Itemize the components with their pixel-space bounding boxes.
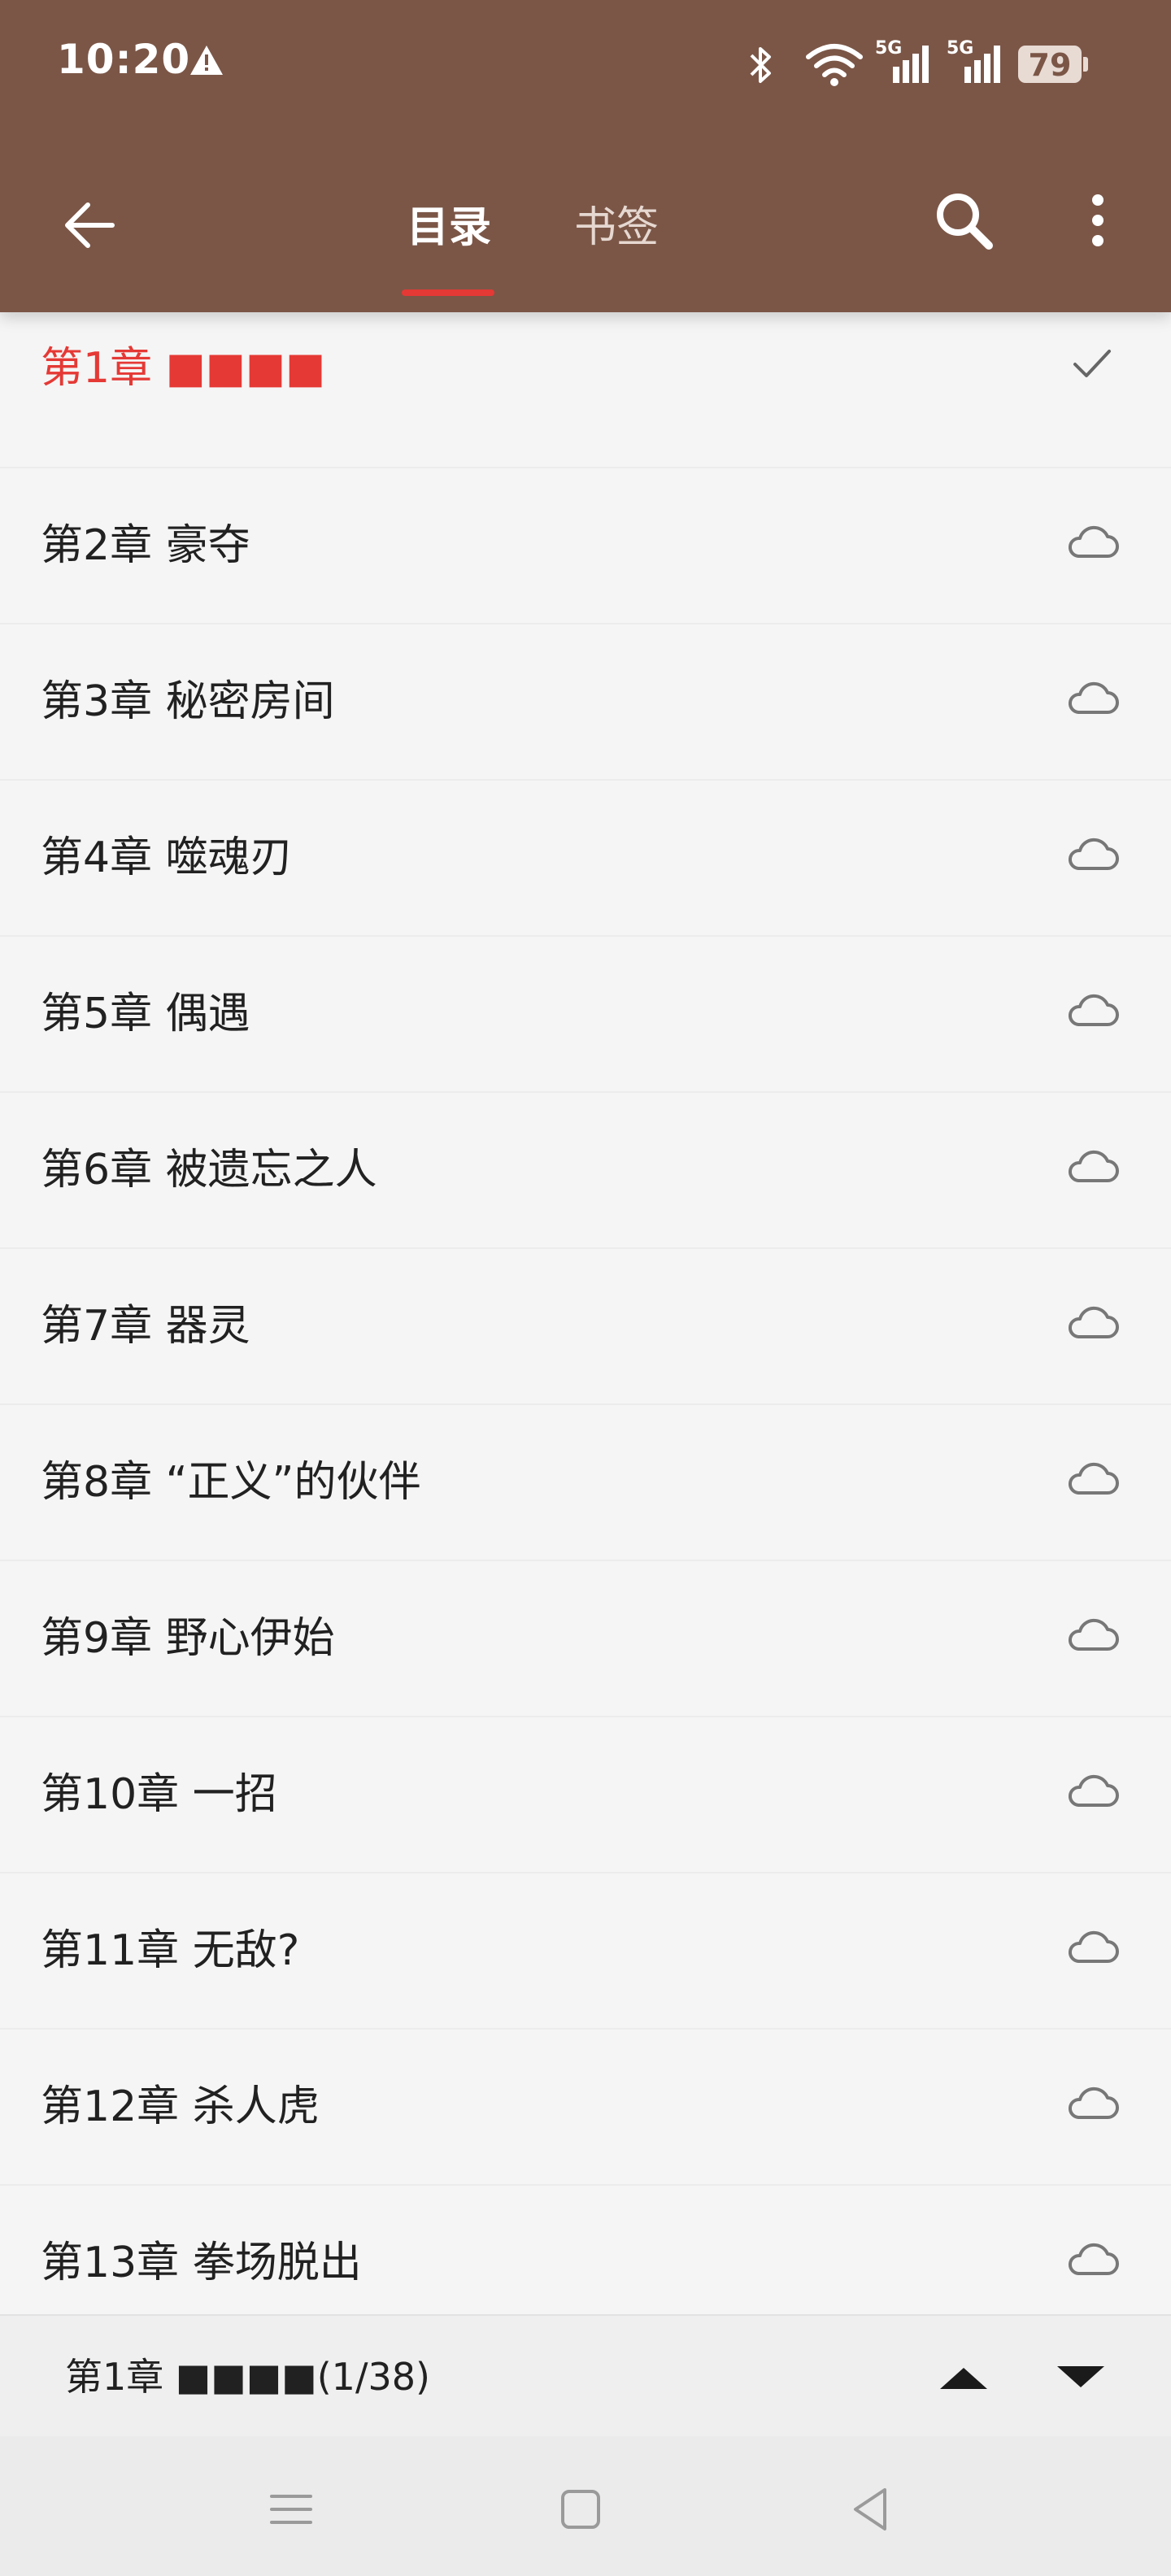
back-triangle-icon[interactable] xyxy=(838,2477,903,2542)
chapter-row[interactable]: 第2章 豪夺 xyxy=(0,468,1171,624)
cloud-icon xyxy=(1064,987,1121,1036)
search-icon[interactable] xyxy=(927,184,1000,257)
cloud-icon xyxy=(1064,1612,1121,1660)
chapter-title: 第8章 “正义”的伙伴 xyxy=(41,1458,421,1507)
chapter-title: 第9章 野心伊始 xyxy=(41,1614,335,1663)
menu-icon[interactable] xyxy=(259,2477,324,2542)
arrow-down-icon[interactable] xyxy=(1044,2348,1117,2405)
chapter-row[interactable]: 第3章 秘密房间 xyxy=(0,624,1171,781)
home-square-icon[interactable] xyxy=(548,2477,613,2542)
cloud-icon xyxy=(1064,519,1121,568)
cloud-icon xyxy=(1064,1143,1121,1192)
chapter-row[interactable]: 第4章 噬魂刃 xyxy=(0,781,1171,937)
app-bar: 目录 书签 xyxy=(0,154,1171,312)
chapter-title: 第2章 豪夺 xyxy=(41,521,250,570)
battery-icon: 79 xyxy=(1018,46,1088,83)
back-arrow-icon[interactable] xyxy=(57,189,130,262)
chapter-row[interactable]: 第5章 偶遇 xyxy=(0,937,1171,1093)
chapter-title: 第6章 被遗忘之人 xyxy=(41,1146,377,1194)
chapter-title: 第11章 无敌? xyxy=(41,1926,300,1975)
tab-bookmark[interactable]: 书签 xyxy=(574,195,659,260)
check-icon xyxy=(1064,338,1121,387)
chapter-list: 第1章 ■■■■ 第2章 豪夺第3章 秘密房间 第4章 噬魂刃 第5章 偶遇第6章 被… xyxy=(0,312,1171,2342)
signal-icon: 5G xyxy=(947,36,1007,89)
arrow-up-icon[interactable] xyxy=(927,2348,1000,2405)
chapter-row[interactable]: 第10章 一招 xyxy=(0,1717,1171,1873)
chapter-title: 第12章 杀人虎 xyxy=(41,2082,320,2131)
chapter-row[interactable]: 第12章 杀人虎 xyxy=(0,2030,1171,2186)
cloud-icon xyxy=(1064,1924,1121,1973)
chapter-row[interactable]: 第9章 野心伊始 xyxy=(0,1561,1171,1717)
tab-indicator xyxy=(402,289,494,296)
chapter-row[interactable]: 第11章 无敌? xyxy=(0,1873,1171,2030)
warning-icon xyxy=(190,46,223,75)
tab-toc[interactable]: 目录 xyxy=(407,195,491,260)
battery-level: 79 xyxy=(1028,47,1072,83)
cloud-icon xyxy=(1064,831,1121,880)
current-chapter-bar: 第1章 ■■■■(1/38) xyxy=(0,2314,1171,2438)
chapter-title: 第1章 ■■■■ xyxy=(41,344,326,393)
top-bar: 10:20 5G 5G 79 目录 书签 xyxy=(0,0,1171,312)
chapter-row[interactable]: 第6章 被遗忘之人 xyxy=(0,1093,1171,1249)
cloud-icon xyxy=(1064,675,1121,724)
status-bar: 10:20 5G 5G 79 xyxy=(0,0,1171,130)
network-label-2: 5G xyxy=(947,38,973,59)
system-nav-bar xyxy=(0,2436,1171,2576)
cloud-icon xyxy=(1064,1456,1121,1504)
chapter-title: 第10章 一招 xyxy=(41,1770,277,1819)
cloud-icon xyxy=(1064,2236,1121,2285)
wifi-icon xyxy=(806,44,863,86)
cloud-icon xyxy=(1064,1299,1121,1348)
chapter-title: 第4章 噬魂刃 xyxy=(41,833,293,882)
more-vert-icon[interactable] xyxy=(1065,184,1130,257)
chapter-row[interactable]: 第8章 “正义”的伙伴 xyxy=(0,1405,1171,1561)
chapter-row[interactable]: 第1章 ■■■■ xyxy=(0,312,1171,468)
status-time: 10:20 xyxy=(57,36,191,83)
current-chapter-label[interactable]: 第1章 ■■■■(1/38) xyxy=(65,2316,430,2438)
chapter-title: 第3章 秘密房间 xyxy=(41,677,335,726)
signal-icon: 5G xyxy=(875,36,935,89)
bluetooth-icon xyxy=(750,47,771,83)
cloud-icon xyxy=(1064,2080,1121,2129)
chapter-row[interactable]: 第7章 器灵 xyxy=(0,1249,1171,1405)
chapter-title: 第7章 器灵 xyxy=(41,1302,250,1351)
cloud-icon xyxy=(1064,1768,1121,1817)
network-label-1: 5G xyxy=(875,38,902,59)
chapter-title: 第5章 偶遇 xyxy=(41,990,250,1038)
